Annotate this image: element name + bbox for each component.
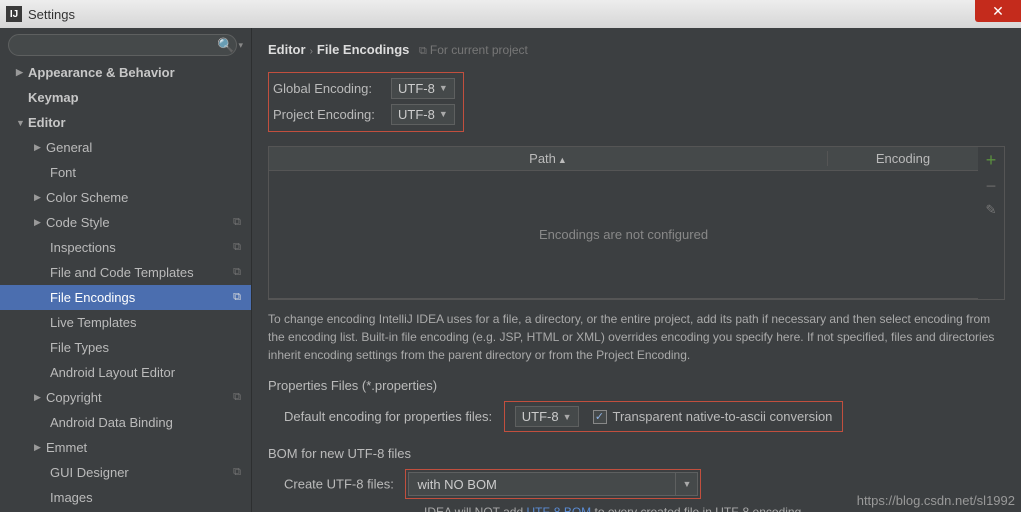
properties-section-title: Properties Files (*.properties) xyxy=(268,378,1005,393)
tree-copyright[interactable]: ▶Copyright⧉ xyxy=(0,385,251,410)
window-title: Settings xyxy=(28,7,75,22)
native-ascii-label: Transparent native-to-ascii conversion xyxy=(613,409,833,424)
encoding-highlight-box: Global Encoding: UTF-8▼ Project Encoding… xyxy=(268,72,464,132)
tree-keymap[interactable]: Keymap xyxy=(0,85,251,110)
add-icon[interactable]: + xyxy=(986,151,997,169)
tree-emmet[interactable]: ▶Emmet xyxy=(0,435,251,460)
properties-encoding-select[interactable]: UTF-8▼ xyxy=(515,406,579,427)
tree-file-encodings[interactable]: File Encodings⧉ xyxy=(0,285,251,310)
settings-tree: ▶Appearance & Behavior Keymap ▼Editor ▶G… xyxy=(0,60,251,512)
tree-editor[interactable]: ▼Editor xyxy=(0,110,251,135)
tree-file-code-templates[interactable]: File and Code Templates⧉ xyxy=(0,260,251,285)
tree-live-templates[interactable]: Live Templates xyxy=(0,310,251,335)
tree-android-layout[interactable]: Android Layout Editor xyxy=(0,360,251,385)
native-ascii-checkbox[interactable]: ✓ xyxy=(593,410,607,424)
col-path[interactable]: Path▲ xyxy=(269,151,828,166)
scope-icon: ⧉ xyxy=(233,466,241,479)
scope-icon: ⧉ xyxy=(233,266,241,279)
col-encoding[interactable]: Encoding xyxy=(828,151,978,166)
watermark: https://blog.csdn.net/sl1992 xyxy=(857,493,1015,508)
chevron-down-icon: ▼ xyxy=(675,473,697,495)
scope-icon: ⧉ xyxy=(419,45,427,57)
tree-images[interactable]: Images xyxy=(0,485,251,510)
scope-icon: ⧉ xyxy=(233,216,241,229)
table-header: Path▲ Encoding xyxy=(269,147,978,171)
chevron-down-icon: ▼ xyxy=(563,412,572,422)
tree-gui[interactable]: GUI Designer⧉ xyxy=(0,460,251,485)
bom-select[interactable]: with NO BOM ▼ xyxy=(408,472,698,496)
bom-label: Create UTF-8 files: xyxy=(284,477,394,492)
table-actions: + − ✎ xyxy=(978,147,1004,299)
scope-icon: ⧉ xyxy=(233,291,241,304)
tree-file-types[interactable]: File Types xyxy=(0,335,251,360)
project-encoding-select[interactable]: UTF-8▼ xyxy=(391,104,455,125)
search-input[interactable] xyxy=(8,34,237,56)
tree-font[interactable]: Font xyxy=(0,160,251,185)
encoding-note: To change encoding IntelliJ IDEA uses fo… xyxy=(268,310,1005,364)
tree-appearance[interactable]: ▶Appearance & Behavior xyxy=(0,60,251,85)
search-dropdown-icon[interactable]: ▾ xyxy=(238,40,243,51)
global-encoding-select[interactable]: UTF-8▼ xyxy=(391,78,455,99)
properties-highlight-box: UTF-8▼ ✓ Transparent native-to-ascii con… xyxy=(504,401,844,432)
app-icon: IJ xyxy=(6,6,22,22)
scope-icon: ⧉ xyxy=(233,391,241,404)
tree-color-scheme[interactable]: ▶Color Scheme xyxy=(0,185,251,210)
search-bar: 🔍 ▾ xyxy=(8,34,243,56)
properties-label: Default encoding for properties files: xyxy=(284,409,492,424)
chevron-down-icon: ▼ xyxy=(439,83,448,93)
search-icon: 🔍 xyxy=(217,37,234,54)
encodings-table: Path▲ Encoding Encodings are not configu… xyxy=(268,146,1005,300)
edit-icon: ✎ xyxy=(986,203,997,216)
bom-section-title: BOM for new UTF-8 files xyxy=(268,446,1005,461)
tree-code-style[interactable]: ▶Code Style⧉ xyxy=(0,210,251,235)
chevron-down-icon: ▼ xyxy=(439,109,448,119)
close-button[interactable]: ✕ xyxy=(975,0,1021,22)
tree-android-data[interactable]: Android Data Binding xyxy=(0,410,251,435)
project-encoding-label: Project Encoding: xyxy=(273,107,391,122)
sidebar: 🔍 ▾ ▶Appearance & Behavior Keymap ▼Edito… xyxy=(0,28,252,512)
bom-highlight-box: with NO BOM ▼ xyxy=(405,469,701,499)
titlebar: IJ Settings ✕ xyxy=(0,0,1021,28)
main-panel: Editor›File Encodings ⧉For current proje… xyxy=(252,28,1021,512)
tree-inspections[interactable]: Inspections⧉ xyxy=(0,235,251,260)
breadcrumb: Editor›File Encodings ⧉For current proje… xyxy=(268,42,1005,58)
global-encoding-label: Global Encoding: xyxy=(273,81,391,96)
sort-icon: ▲ xyxy=(558,155,567,165)
tree-general[interactable]: ▶General xyxy=(0,135,251,160)
scope-icon: ⧉ xyxy=(233,241,241,254)
bom-link[interactable]: UTF-8 BOM xyxy=(526,505,591,512)
table-empty: Encodings are not configured xyxy=(269,171,978,299)
remove-icon: − xyxy=(986,177,997,195)
